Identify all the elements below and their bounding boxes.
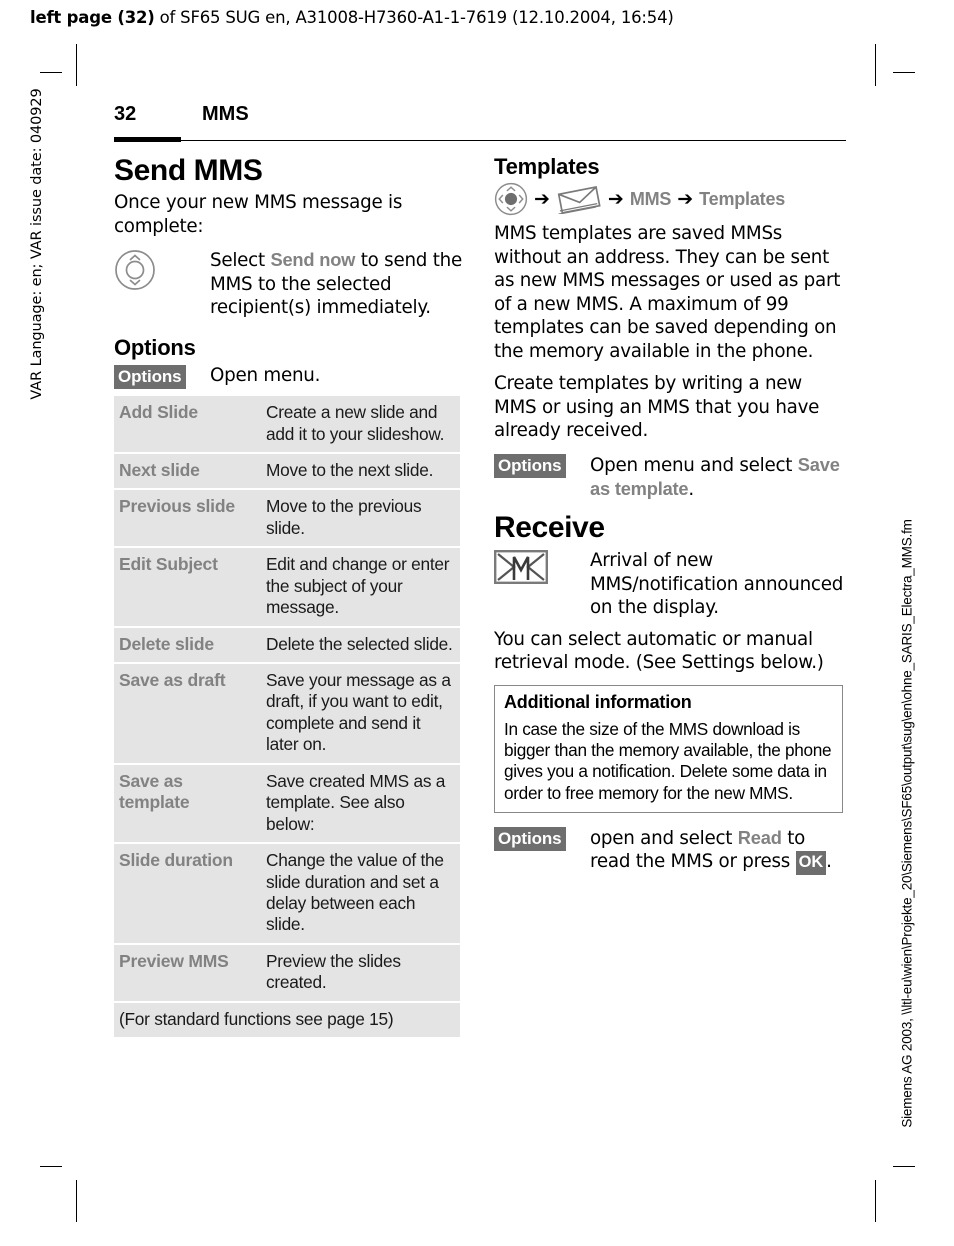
crop-mark-bottom-left-horizontal xyxy=(40,1166,62,1167)
table-row: Preview MMS Preview the slides created. xyxy=(114,943,460,1003)
options-softkey-row: Options Open menu. xyxy=(114,363,464,390)
option-description: Edit and change or enter the subject of … xyxy=(263,547,460,628)
read-text-before: open and select xyxy=(590,827,738,849)
option-label: Save as draft xyxy=(114,663,263,765)
receive-heading: Receive xyxy=(494,510,605,544)
crop-mark-bottom-right-vertical xyxy=(875,1180,876,1222)
option-label: Next slide xyxy=(114,452,263,491)
option-description: Move to the next slide. xyxy=(263,452,460,491)
new-mms-notification-icon-cell xyxy=(494,548,590,585)
crop-mark-top-right-horizontal xyxy=(893,72,915,73)
running-head-details: of SF65 SUG en, A31008-H7360-A1-1-7619 (… xyxy=(154,8,674,27)
table-row: Slide duration Change the value of the s… xyxy=(114,843,460,945)
options-heading: Options xyxy=(114,334,196,360)
options-softkey-button[interactable]: Options xyxy=(114,365,186,390)
breadcrumb-arrow-icon: ➔ xyxy=(677,187,694,210)
options-softkey-button[interactable]: Options xyxy=(494,826,566,851)
read-mms-description: open and select Read to read the MMS or … xyxy=(590,825,844,875)
new-mms-notification-icon xyxy=(494,550,548,585)
option-description: Save your message as a draft, if you wan… xyxy=(263,663,460,765)
options-softkey-button[interactable]: Options xyxy=(494,453,566,478)
table-row-footnote: (For standard functions see page 15) xyxy=(114,1001,460,1037)
crop-mark-bottom-left-vertical xyxy=(76,1180,77,1222)
navigation-key-icon-cell xyxy=(114,247,210,291)
receive-notification-row: Arrival of new MMS/notification announce… xyxy=(494,548,844,620)
breadcrumb-item-mms[interactable]: MMS xyxy=(630,189,672,210)
crop-mark-top-left-horizontal xyxy=(40,72,62,73)
additional-information-title: Additional information xyxy=(504,691,692,712)
save-as-template-row: Options Open menu and select Save as tem… xyxy=(494,452,844,502)
table-row: Previous slide Move to the previous slid… xyxy=(114,489,460,549)
page-title: Send MMS xyxy=(114,154,263,187)
option-label: Preview MMS xyxy=(114,943,263,1003)
save-template-text-before: Open menu and select xyxy=(590,454,798,476)
additional-information-body: In case the size of the MMS download is … xyxy=(504,718,832,803)
send-now-text-before: Select xyxy=(210,250,271,272)
option-label: Previous slide xyxy=(114,489,263,549)
header-rule-thick xyxy=(114,137,181,142)
save-as-template-description: Open menu and select Save as template. xyxy=(590,452,844,502)
option-label: Edit Subject xyxy=(114,547,263,628)
read-text-after: . xyxy=(826,851,832,873)
send-now-description: Select Send now to send the MMS to the s… xyxy=(210,247,464,320)
option-label: Save as template xyxy=(114,763,263,845)
templates-paragraph-1: MMS templates are saved MMSs without an … xyxy=(494,223,841,362)
navigation-key-icon xyxy=(115,250,155,291)
read-mms-row: Options open and select Read to read the… xyxy=(494,825,844,875)
navigation-key-icon xyxy=(494,183,528,216)
option-description: Preview the slides created. xyxy=(263,943,460,1003)
options-softkey-cell: Options xyxy=(494,452,590,478)
read-menu-name: Read xyxy=(737,826,782,848)
options-softkey-cell: Options xyxy=(494,825,590,851)
breadcrumb-item-templates[interactable]: Templates xyxy=(699,189,785,210)
margin-note-left: VAR Language: en; VAR issue date: 040929 xyxy=(29,88,45,400)
option-label: Add Slide xyxy=(114,396,263,454)
options-table-body: Add Slide Create a new slide and add it … xyxy=(114,396,460,1037)
envelope-icon xyxy=(557,186,601,215)
page-number: 32 xyxy=(114,103,137,125)
option-description: Move to the previous slide. xyxy=(263,489,460,549)
options-table-footnote: (For standard functions see page 15) xyxy=(114,1001,460,1037)
templates-paragraph-2: Create templates by writing a new MMS or… xyxy=(494,373,820,442)
option-description: Change the value of the slide duration a… xyxy=(263,843,460,945)
send-now-key-row: Select Send now to send the MMS to the s… xyxy=(114,247,464,320)
intro-paragraph: Once your new MMS message is complete: xyxy=(114,192,403,237)
options-table: Add Slide Create a new slide and add it … xyxy=(114,396,460,1037)
ok-softkey-button[interactable]: OK xyxy=(795,851,827,875)
running-head-page-label: left page (32) xyxy=(30,8,155,27)
additional-information-box: Additional information In case the size … xyxy=(494,684,843,813)
option-description: Delete the selected slide. xyxy=(263,626,460,665)
table-row: Save as draft Save your message as a dra… xyxy=(114,663,460,765)
receive-notification-description: Arrival of new MMS/notification announce… xyxy=(590,550,844,619)
breadcrumb: ➔ ➔ MMS ➔ Templates xyxy=(494,182,844,216)
option-description: Create a new slide and add it to your sl… xyxy=(263,396,460,454)
table-row: Save as template Save created MMS as a t… xyxy=(114,763,460,845)
breadcrumb-arrow-icon: ➔ xyxy=(607,187,624,210)
table-row: Edit Subject Edit and change or enter th… xyxy=(114,547,460,628)
save-template-text-after: . xyxy=(688,479,694,501)
crop-mark-top-left-vertical xyxy=(76,44,77,86)
options-softkey-cell: Options xyxy=(114,363,210,390)
retrieval-mode-paragraph: You can select automatic or manual retri… xyxy=(494,628,824,674)
section-title: MMS xyxy=(202,103,249,125)
left-column: Send MMS Once your new MMS message is co… xyxy=(114,154,464,1037)
crop-mark-top-right-vertical xyxy=(875,44,876,86)
table-row: Next slide Move to the next slide. xyxy=(114,452,460,491)
running-head: left page (32) of SF65 SUG en, A31008-H7… xyxy=(30,8,674,27)
templates-heading: Templates xyxy=(494,154,600,179)
options-softkey-description: Open menu. xyxy=(210,365,321,387)
table-row: Delete slide Delete the selected slide. xyxy=(114,626,460,665)
header-rule-thin xyxy=(181,139,846,142)
breadcrumb-arrow-icon: ➔ xyxy=(534,187,550,210)
table-row: Add Slide Create a new slide and add it … xyxy=(114,396,460,454)
margin-note-right: Siemens AG 2003, \\ltl-eu\wien\Projekte_… xyxy=(899,519,915,1128)
option-description: Save created MMS as a template. See also… xyxy=(263,763,460,845)
right-column: Templates ➔ ➔ MMS ➔ Templates MMS templa… xyxy=(494,154,844,883)
send-now-menu-name: Send now xyxy=(270,249,356,271)
option-label: Delete slide xyxy=(114,626,263,665)
option-label: Slide duration xyxy=(114,843,263,945)
